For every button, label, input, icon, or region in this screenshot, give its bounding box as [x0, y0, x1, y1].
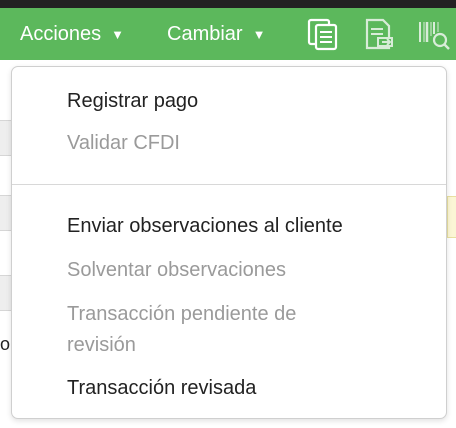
- menu-item-label: Validar CFDI: [67, 132, 180, 154]
- menu-item-label: Registrar pago: [67, 90, 199, 112]
- copy-document-icon[interactable]: [305, 16, 341, 52]
- change-menu-button[interactable]: Cambiar ▼: [167, 8, 265, 60]
- background-text-fragment: o: [0, 334, 11, 354]
- menu-item-label: Solventar observaciones: [67, 259, 287, 281]
- actions-menu-button[interactable]: Acciones ▼: [20, 8, 124, 60]
- menu-item-registrar-pago[interactable]: Registrar pago: [67, 86, 198, 117]
- menu-item-transaccion-revisada[interactable]: Transacción revisada: [67, 373, 256, 404]
- menu-item-label-line2: revisión: [67, 334, 136, 356]
- menu-item-validar-cfdi: Validar CFDI: [67, 128, 180, 159]
- menu-item-solventar-observaciones: Solventar observaciones: [67, 255, 286, 286]
- menu-item-label: Transacción revisada: [67, 377, 257, 399]
- chevron-down-icon: ▼: [252, 26, 266, 42]
- actions-dropdown-menu: Registrar pago Validar CFDI Enviar obser…: [11, 66, 447, 419]
- top-border: [0, 0, 456, 8]
- background-highlight-field: [447, 196, 456, 238]
- toolbar: Acciones ▼ Cambiar ▼: [0, 8, 456, 60]
- menu-divider: [12, 184, 446, 185]
- document-export-icon[interactable]: [360, 16, 396, 52]
- change-menu-label: Cambiar: [167, 22, 243, 45]
- menu-item-transaccion-pendiente: Transacción pendiente de revisión: [67, 299, 296, 361]
- menu-item-enviar-observaciones[interactable]: Enviar observaciones al cliente: [67, 211, 343, 242]
- chevron-down-icon: ▼: [111, 26, 125, 42]
- actions-menu-label: Acciones: [20, 22, 102, 45]
- barcode-search-icon[interactable]: [415, 16, 451, 52]
- menu-item-label: Enviar observaciones al cliente: [67, 215, 343, 237]
- menu-item-label: Transacción pendiente de: [67, 303, 297, 325]
